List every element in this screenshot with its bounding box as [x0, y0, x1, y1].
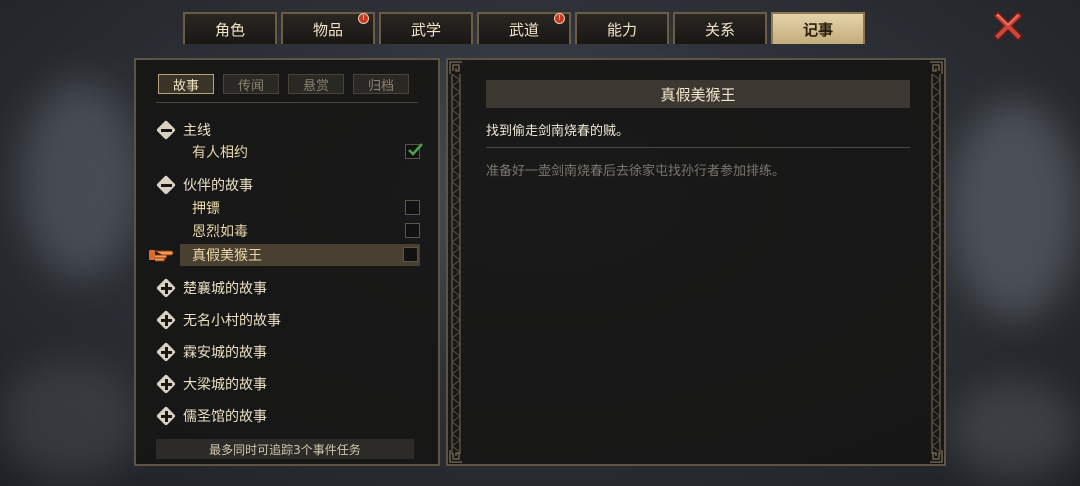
subtab-label: 归档: [367, 78, 394, 94]
tab-label: 角色: [214, 20, 245, 39]
expand-icon: [156, 342, 177, 363]
tab-martial-way[interactable]: 武道!: [477, 12, 571, 44]
category-linan-city[interactable]: 霖安城的故事: [156, 341, 267, 363]
category-label: 大梁城的故事: [183, 377, 267, 393]
subtab-stories[interactable]: 故事: [158, 74, 214, 94]
quest-label: 真假美猴王: [192, 248, 262, 264]
category-nameless-village[interactable]: 无名小村的故事: [156, 309, 281, 331]
category-label: 儒圣馆的故事: [183, 409, 267, 425]
quest-objective: 找到偷走剑南烧春的贼。: [486, 124, 630, 139]
quest-item[interactable]: 有人相约: [192, 142, 423, 162]
checkbox[interactable]: [403, 247, 418, 262]
category-rusheng-hall[interactable]: 儒圣馆的故事: [156, 405, 267, 427]
main-tab-bar: 角色 物品! 武学 武道! 能力 关系 记事: [183, 12, 865, 46]
checkbox[interactable]: [405, 200, 420, 215]
category-main-story[interactable]: 主线: [156, 119, 211, 141]
tab-label: 武学: [410, 20, 441, 39]
tab-journal[interactable]: 记事: [771, 12, 865, 44]
quest-description: 准备好一壶剑南烧春后去徐家屯找孙行者参加排练。: [486, 164, 786, 179]
divider: [156, 102, 418, 103]
subtab-label: 传闻: [237, 78, 264, 94]
tab-character[interactable]: 角色: [183, 12, 277, 44]
subtab-rumors[interactable]: 传闻: [223, 74, 279, 94]
tab-abilities[interactable]: 能力: [575, 12, 669, 44]
corner-ornament: [449, 61, 462, 74]
checkmark-icon: [408, 143, 423, 156]
quest-label: 恩烈如毒: [192, 224, 248, 240]
quest-label: 有人相约: [192, 145, 248, 161]
tab-label: 能力: [606, 20, 637, 39]
tab-label: 武道: [508, 20, 539, 39]
category-label: 楚襄城的故事: [183, 281, 267, 297]
collapse-icon: [156, 175, 177, 196]
border-ornament: [451, 74, 461, 454]
expand-icon: [156, 310, 177, 331]
subtab-label: 故事: [172, 78, 199, 94]
tab-martial-arts[interactable]: 武学: [379, 12, 473, 44]
tab-label: 物品: [312, 20, 343, 39]
pointing-hand-icon: [149, 250, 174, 262]
subtab-label: 悬赏: [302, 78, 329, 94]
notification-badge: !: [554, 13, 565, 24]
expand-icon: [156, 374, 177, 395]
tab-label: 记事: [802, 20, 833, 39]
tab-items[interactable]: 物品!: [281, 12, 375, 44]
subtab-archive[interactable]: 归档: [353, 74, 409, 94]
checkbox[interactable]: [405, 223, 420, 238]
quest-detail-panel: 真假美猴王 找到偷走剑南烧春的贼。 准备好一壶剑南烧春后去徐家屯找孙行者参加排练…: [446, 58, 946, 466]
corner-ornament: [930, 450, 943, 463]
category-label: 主线: [183, 123, 211, 139]
corner-ornament: [449, 450, 462, 463]
quest-title: 真假美猴王: [486, 80, 910, 108]
notification-badge: !: [358, 13, 369, 24]
category-label: 霖安城的故事: [183, 345, 267, 361]
tab-relations[interactable]: 关系: [673, 12, 767, 44]
category-companion-stories[interactable]: 伙伴的故事: [156, 174, 253, 196]
quest-item[interactable]: 恩烈如毒: [192, 221, 422, 241]
expand-icon: [156, 278, 177, 299]
quest-item[interactable]: 押镖: [192, 198, 422, 218]
tracking-limit-note: 最多同时可追踪3个事件任务: [156, 439, 414, 459]
close-icon[interactable]: [990, 8, 1026, 44]
tab-label: 关系: [704, 20, 735, 39]
background-smudge: [950, 380, 1080, 480]
quest-label: 押镖: [192, 201, 220, 217]
subtab-bounties[interactable]: 悬赏: [288, 74, 344, 94]
game-screen: { "tabs": [ {"label": "角色", "badge": fal…: [0, 0, 1080, 486]
category-daliang-city[interactable]: 大梁城的故事: [156, 373, 267, 395]
quest-item-selected[interactable]: 真假美猴王: [180, 244, 420, 266]
background-smudge: [20, 80, 140, 280]
border-ornament: [931, 74, 941, 454]
background-smudge: [0, 360, 140, 480]
collapse-icon: [156, 120, 177, 141]
background-smudge: [950, 100, 1080, 320]
divider: [486, 147, 910, 148]
expand-icon: [156, 406, 177, 427]
category-label: 无名小村的故事: [183, 313, 281, 329]
sub-tab-bar: 故事 传闻 悬赏 归档: [158, 74, 409, 94]
checkbox-checked[interactable]: [405, 143, 423, 159]
category-chuxiang-city[interactable]: 楚襄城的故事: [156, 277, 267, 299]
corner-ornament: [930, 61, 943, 74]
category-label: 伙伴的故事: [183, 178, 253, 194]
quest-list-panel: 故事 传闻 悬赏 归档 主线 有人相约 伙伴的故事 押镖 恩烈如毒 真假美猴王: [134, 58, 440, 466]
